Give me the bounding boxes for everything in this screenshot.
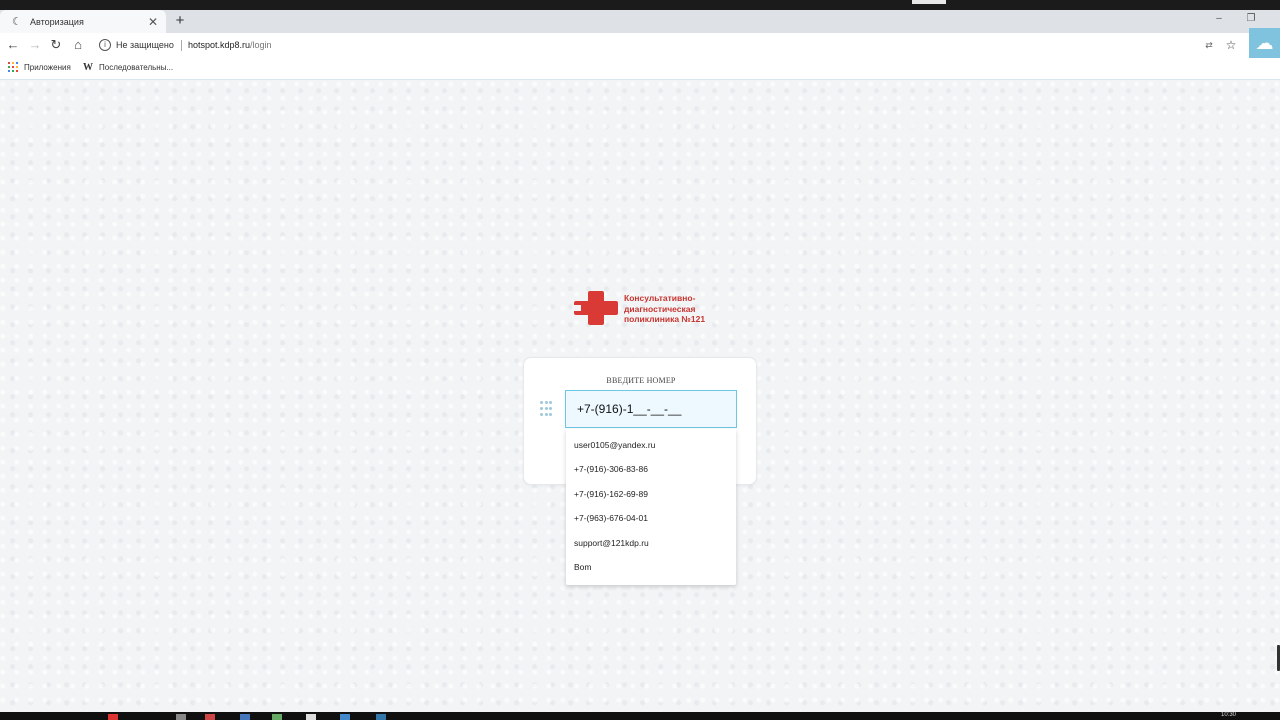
bookmark-apps-label: Приложения <box>24 62 71 72</box>
browser-toolbar: ← → ↻ ⌂ i Не защищено hotspot.kdp8.ru/lo… <box>0 33 1280 58</box>
taskbar-app-icon[interactable] <box>272 714 282 720</box>
bookmark-wikipedia-label: Последовательны... <box>99 63 174 72</box>
apps-grid-icon <box>8 62 18 72</box>
minimize-button[interactable]: – <box>1212 13 1226 24</box>
clinic-name-line-3: поликлиника №121 <box>624 314 706 325</box>
bookmark-star-icon[interactable]: ☆ <box>1225 38 1237 52</box>
clinic-logo: Консультативно- диагностическая поликлин… <box>572 291 705 327</box>
new-tab-button[interactable]: + <box>172 13 188 29</box>
tab-title: Авторизация <box>30 16 84 27</box>
url-path: /login <box>250 40 272 50</box>
tab-active[interactable]: ☾ Авторизация ✕ <box>0 10 166 33</box>
reload-button[interactable]: ↻ <box>48 37 64 53</box>
phone-input[interactable] <box>565 390 737 428</box>
os-taskbar: 10:30 <box>0 712 1280 720</box>
info-icon[interactable]: i <box>99 39 111 51</box>
taskbar-app-icon[interactable] <box>205 714 215 720</box>
cloud-extension-icon[interactable]: ☁ <box>1249 28 1280 58</box>
wikipedia-icon: W <box>83 62 93 73</box>
bookmarks-bar: Приложения W Последовательны... <box>0 58 1280 80</box>
autocomplete-item[interactable]: user0105@yandex.ru <box>566 433 736 457</box>
address-bar[interactable]: hotspot.kdp8.ru/login <box>188 40 272 50</box>
taskbar-app-icon[interactable] <box>108 714 118 720</box>
forward-button[interactable]: → <box>27 37 43 53</box>
taskbar-app-icon[interactable] <box>176 714 186 720</box>
tab-strip: ☾ Авторизация ✕ + – ❐ <box>0 10 1280 33</box>
restore-button[interactable]: ❐ <box>1244 13 1258 24</box>
clinic-name-line-2: диагностическая <box>624 303 696 314</box>
tab-favicon-icon: ☾ <box>12 15 22 28</box>
translate-icon[interactable]: ⇄ <box>1203 39 1215 51</box>
taskbar-app-icon[interactable] <box>376 714 386 720</box>
top-indicator <box>912 0 946 4</box>
address-separator <box>181 40 182 51</box>
taskbar-app-icon[interactable] <box>306 714 316 720</box>
bookmark-wikipedia[interactable]: W Последовательны... <box>83 62 173 73</box>
clinic-name: Консультативно- диагностическая поликлин… <box>624 293 705 325</box>
autocomplete-item[interactable]: +7-(963)-676-04-01 <box>566 506 736 530</box>
taskbar-app-icon[interactable] <box>340 714 350 720</box>
autocomplete-item[interactable]: Bom <box>566 555 736 579</box>
phone-prompt-label: ВВЕДИТЕ НОМЕР <box>606 376 676 385</box>
back-button[interactable]: ← <box>5 37 21 53</box>
taskbar-app-icon[interactable] <box>240 714 250 720</box>
url-host: hotspot.kdp8.ru <box>188 40 251 50</box>
autocomplete-item[interactable]: +7-(916)-162-69-89 <box>566 482 736 506</box>
clinic-name-line-1: Консультативно- <box>624 293 696 304</box>
autocomplete-item[interactable]: support@121kdp.ru <box>566 531 736 555</box>
autocomplete-item[interactable]: +7-(916)-306-83-86 <box>566 457 736 481</box>
medical-cross-icon <box>572 291 622 327</box>
autocomplete-dropdown: user0105@yandex.ru +7-(916)-306-83-86 +7… <box>566 429 736 585</box>
tab-close-icon[interactable]: ✕ <box>146 15 160 29</box>
security-status[interactable]: Не защищено <box>116 40 174 50</box>
bookmark-apps[interactable]: Приложения <box>8 62 71 72</box>
home-button[interactable]: ⌂ <box>70 37 86 53</box>
taskbar-clock[interactable]: 10:30 <box>1221 712 1236 718</box>
window-controls: – ❐ <box>1212 13 1258 24</box>
top-screen-bar <box>0 0 1280 10</box>
keypad-icon <box>540 401 552 417</box>
